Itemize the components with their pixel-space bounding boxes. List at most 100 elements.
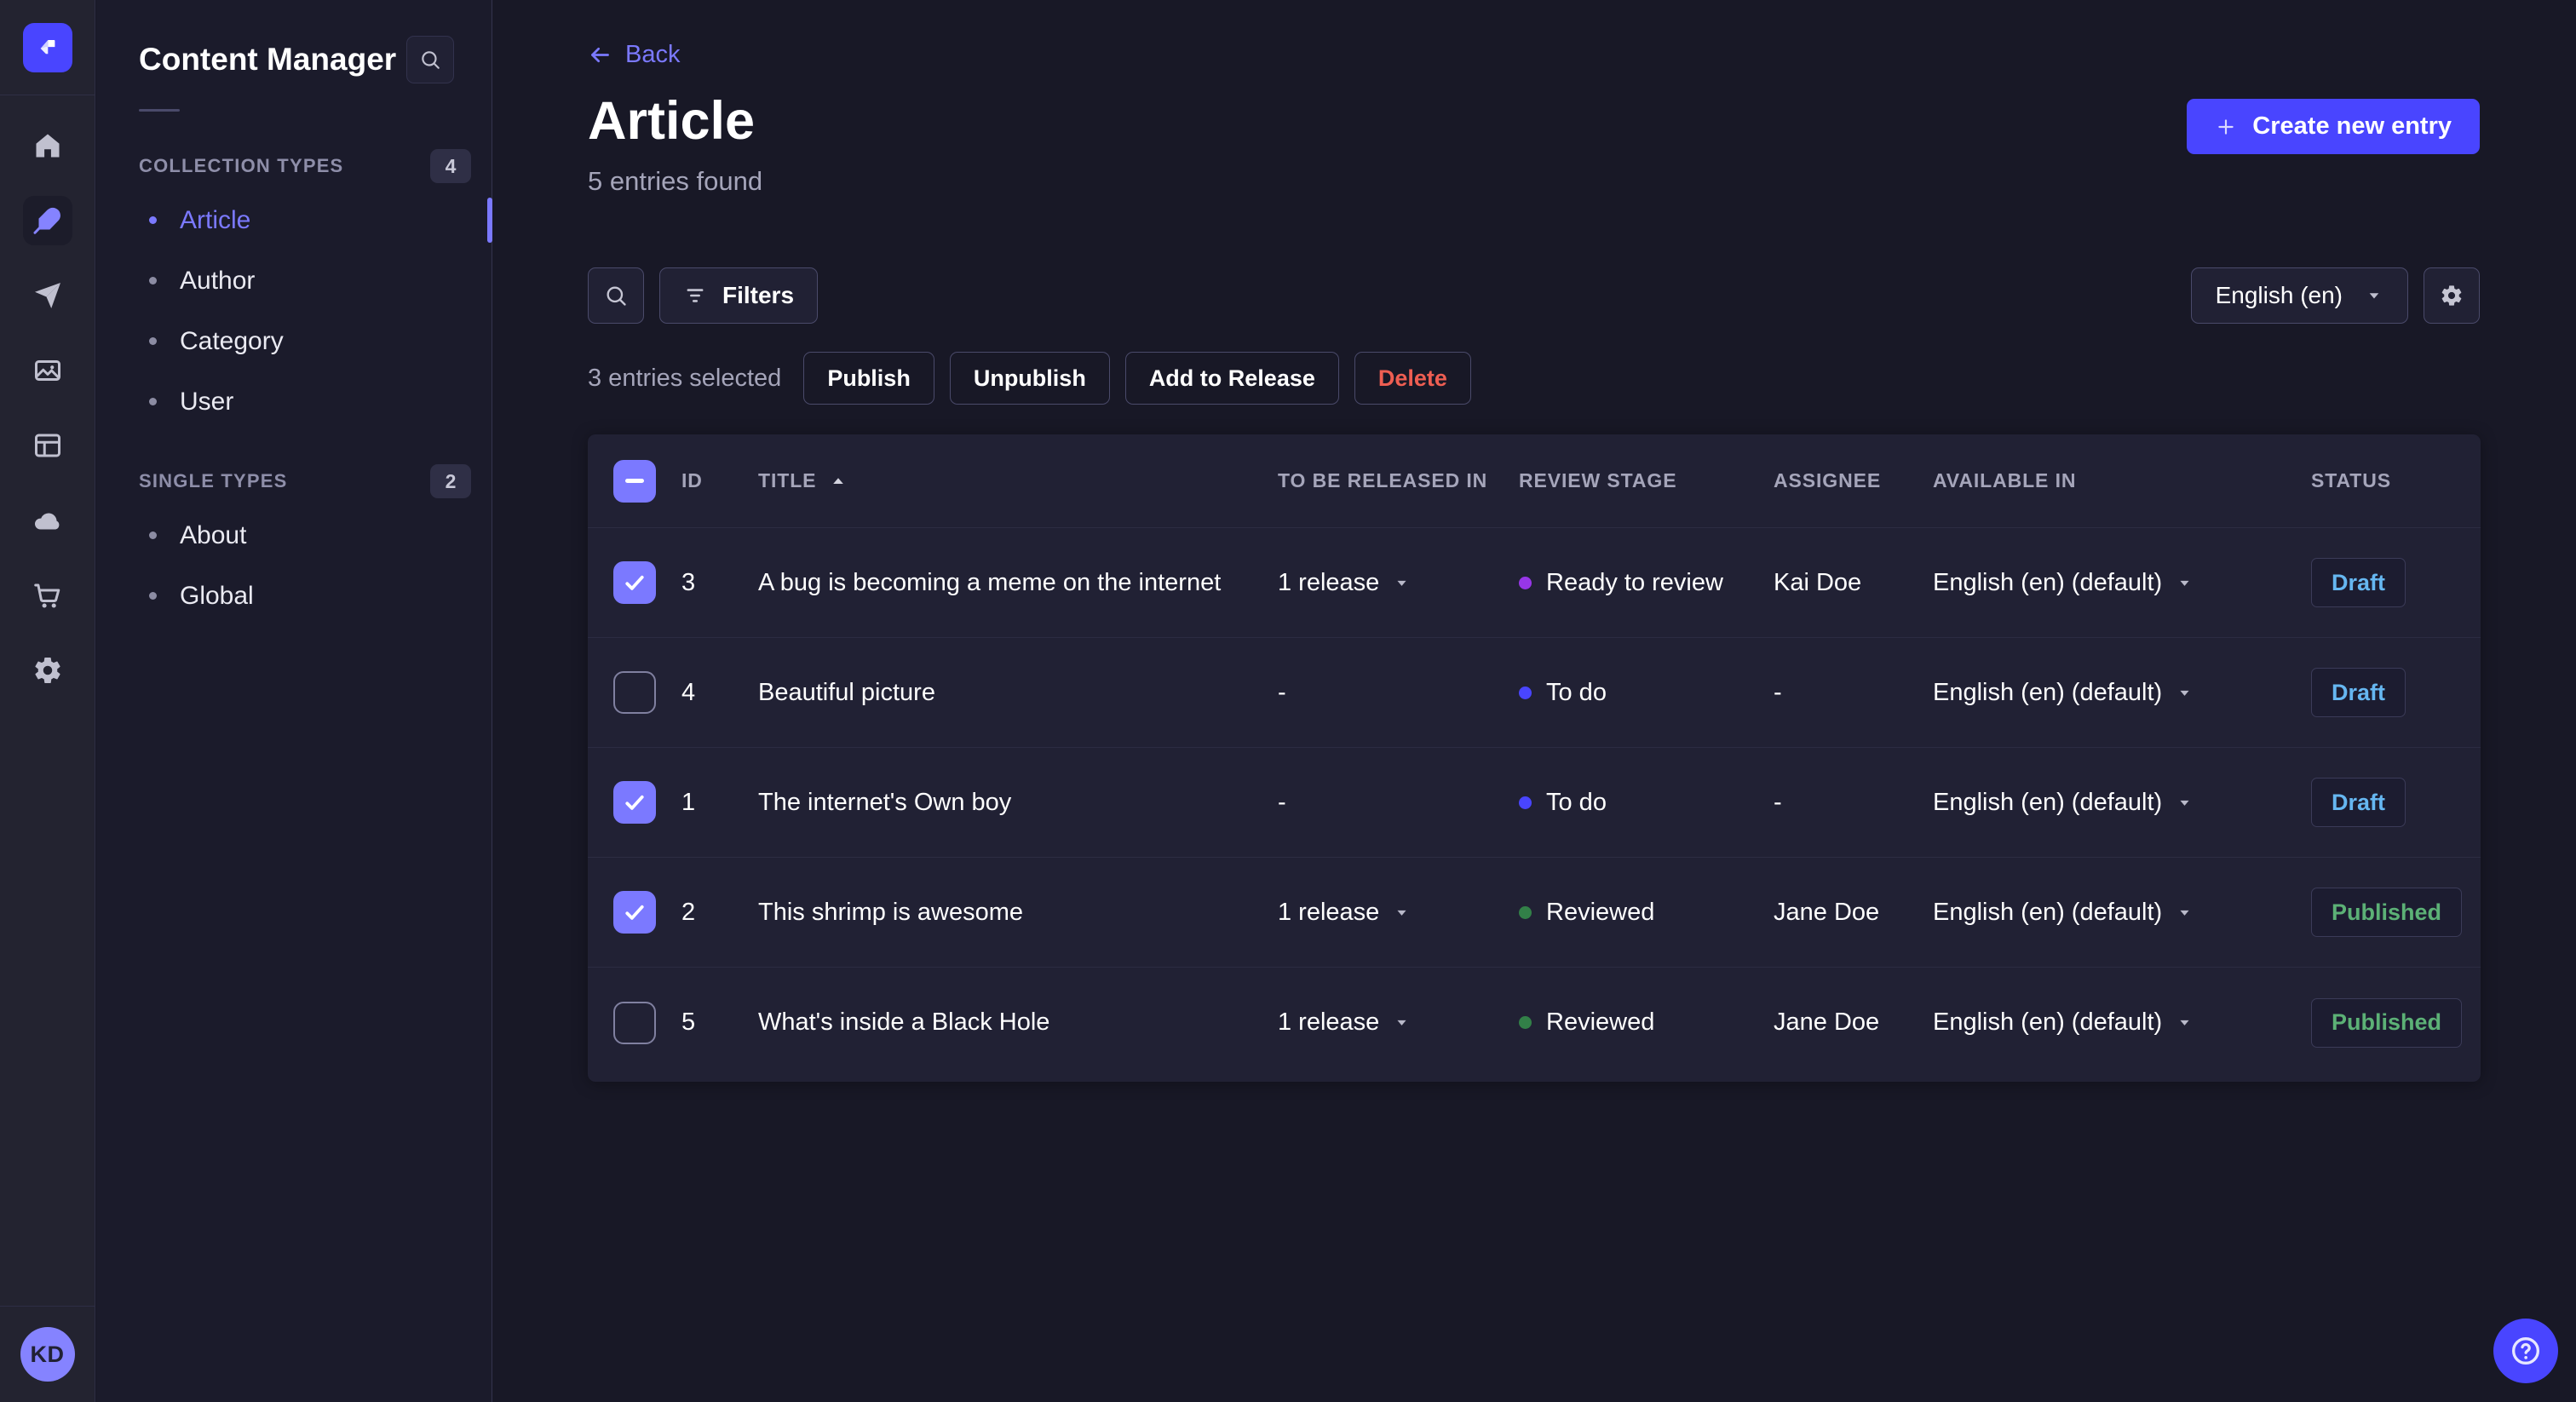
release-dropdown[interactable]: 1 release <box>1278 899 1519 927</box>
arrow-left-icon <box>588 43 612 67</box>
column-header-assignee[interactable]: ASSIGNEE <box>1774 469 1933 492</box>
sidebar-item-user[interactable]: User <box>96 371 492 432</box>
sidebar-item-category[interactable]: Category <box>96 311 492 371</box>
sidebar-section: SINGLE TYPES 2 About Global <box>96 461 492 626</box>
bullet-icon <box>149 277 157 284</box>
sidebar-item-about[interactable]: About <box>96 505 492 566</box>
nav-rail: KD <box>0 0 95 1402</box>
status-badge: Draft <box>2311 668 2406 717</box>
create-new-entry-button[interactable]: Create new entry <box>2187 99 2480 154</box>
add-to-release-button[interactable]: Add to Release <box>1124 352 1339 405</box>
chevron-down-icon <box>2176 1014 2194 1031</box>
cell-review-stage: Ready to review <box>1519 569 1774 597</box>
release-dropdown[interactable]: - <box>1278 679 1519 707</box>
subnav-search-button[interactable] <box>406 36 454 83</box>
view-settings-button[interactable] <box>2424 267 2480 324</box>
cell-title: What's inside a Black Hole <box>758 1008 1050 1036</box>
back-link[interactable]: Back <box>588 41 680 69</box>
bullet-icon <box>149 337 157 345</box>
help-button[interactable] <box>2493 1319 2558 1383</box>
section-label: COLLECTION TYPES <box>139 155 344 176</box>
chevron-down-icon <box>1393 574 1411 592</box>
release-dropdown[interactable]: 1 release <box>1278 569 1519 597</box>
sidebar-item-article[interactable]: Article <box>96 190 492 250</box>
sidebar-item-global[interactable]: Global <box>96 566 492 626</box>
stage-dot-icon <box>1519 576 1532 589</box>
cell-title: The internet's Own boy <box>758 788 1012 816</box>
locale-dropdown[interactable]: English (en) (default) <box>1933 569 2311 597</box>
locale-select[interactable]: English (en) <box>2190 267 2408 324</box>
chevron-down-icon <box>2176 574 2194 592</box>
table-row[interactable]: 5 What's inside a Black Hole 1 release R… <box>588 968 2481 1077</box>
publish-button[interactable]: Publish <box>803 352 934 405</box>
table-row[interactable]: 3 A bug is becoming a meme on the intern… <box>588 528 2481 638</box>
table-row[interactable]: 1 The internet's Own boy - To do - Engli… <box>588 748 2481 858</box>
filters-label: Filters <box>722 282 795 308</box>
check-icon <box>622 899 647 925</box>
content-type-builder-icon[interactable] <box>23 421 72 470</box>
home-icon[interactable] <box>23 121 72 170</box>
gear-icon <box>2440 284 2464 307</box>
column-header-id[interactable]: ID <box>681 469 758 492</box>
entries-table: ID TITLE TO BE RELEASED IN REVIEW STAGE … <box>588 434 2481 1082</box>
settings-gear-icon[interactable] <box>23 646 72 695</box>
check-icon <box>622 570 647 595</box>
release-dropdown[interactable]: 1 release <box>1278 1008 1519 1037</box>
cell-title: A bug is becoming a meme on the internet <box>758 568 1222 596</box>
selection-count: 3 entries selected <box>588 364 782 392</box>
row-checkbox[interactable] <box>613 781 656 824</box>
user-avatar[interactable]: KD <box>20 1327 75 1382</box>
table-row[interactable]: 4 Beautiful picture - To do - English (e… <box>588 638 2481 748</box>
cell-assignee: - <box>1774 788 1782 816</box>
content-manager-icon[interactable] <box>22 196 72 245</box>
page-title: Article <box>588 91 756 151</box>
question-icon <box>2509 1334 2543 1368</box>
subnav-title: Content Manager <box>139 42 397 77</box>
stage-dot-icon <box>1519 796 1532 809</box>
logo-area <box>0 0 95 95</box>
status-badge: Draft <box>2311 558 2406 607</box>
filter-icon <box>683 284 707 307</box>
cloud-icon[interactable] <box>23 496 72 545</box>
row-checkbox[interactable] <box>613 561 656 604</box>
media-library-icon[interactable] <box>23 346 72 395</box>
table-header-row: ID TITLE TO BE RELEASED IN REVIEW STAGE … <box>588 434 2481 528</box>
locale-dropdown[interactable]: English (en) (default) <box>1933 1008 2311 1037</box>
unpublish-button[interactable]: Unpublish <box>949 352 1110 405</box>
locale-dropdown[interactable]: English (en) (default) <box>1933 789 2311 817</box>
locale-dropdown[interactable]: English (en) (default) <box>1933 899 2311 927</box>
main-content: Back Article 5 entries found Create new … <box>493 0 2576 1402</box>
table-row[interactable]: 2 This shrimp is awesome 1 release Revie… <box>588 858 2481 968</box>
row-checkbox[interactable] <box>613 891 656 934</box>
strapi-logo <box>22 22 72 72</box>
section-count-badge: 2 <box>430 464 471 498</box>
column-header-review-stage[interactable]: REVIEW STAGE <box>1519 469 1774 492</box>
back-label: Back <box>625 41 681 68</box>
bullet-icon <box>149 531 157 539</box>
bullet-icon <box>149 216 157 224</box>
marketplace-cart-icon[interactable] <box>23 571 72 620</box>
stage-dot-icon <box>1519 686 1532 699</box>
sidebar-item-author[interactable]: Author <box>96 250 492 311</box>
search-button[interactable] <box>588 267 644 324</box>
row-checkbox[interactable] <box>613 671 656 714</box>
bullet-icon <box>149 592 157 600</box>
column-header-title[interactable]: TITLE <box>758 469 1278 492</box>
bullet-icon <box>149 398 157 405</box>
column-header-available-in[interactable]: AVAILABLE IN <box>1933 469 2311 492</box>
filters-button[interactable]: Filters <box>659 267 819 324</box>
release-plane-icon[interactable] <box>23 271 72 320</box>
locale-dropdown[interactable]: English (en) (default) <box>1933 679 2311 707</box>
release-dropdown[interactable]: - <box>1278 789 1519 817</box>
column-header-to-be-released-in[interactable]: TO BE RELEASED IN <box>1278 469 1519 492</box>
select-all-checkbox[interactable] <box>613 459 656 503</box>
row-checkbox[interactable] <box>613 1001 656 1044</box>
stage-dot-icon <box>1519 905 1532 919</box>
delete-button[interactable]: Delete <box>1354 352 1471 405</box>
plus-icon <box>2215 116 2237 138</box>
section-count-badge: 4 <box>430 149 471 183</box>
column-header-status[interactable]: STATUS <box>2311 469 2481 492</box>
chevron-down-icon <box>1393 1014 1411 1031</box>
toolbar: Filters English (en) <box>588 267 2480 324</box>
cell-title: This shrimp is awesome <box>758 898 1024 926</box>
